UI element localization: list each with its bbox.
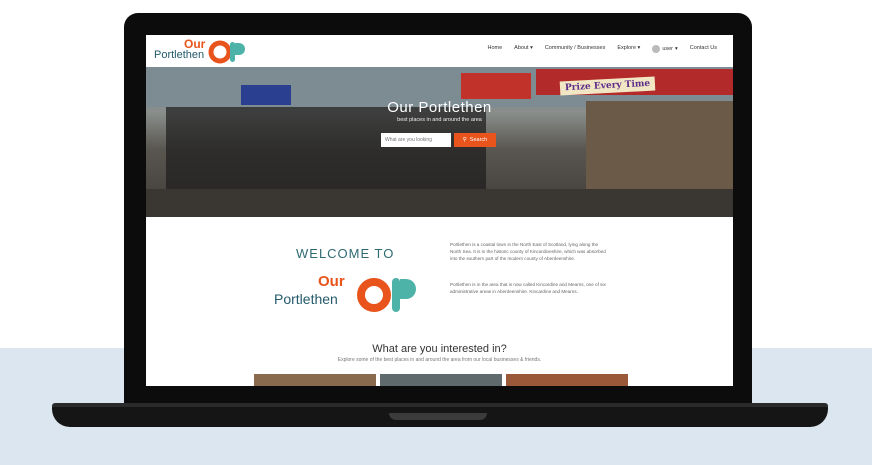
- search-button[interactable]: ⚲ Search: [454, 133, 496, 147]
- logo-portlethen-text: Portlethen: [154, 49, 205, 61]
- nav-home[interactable]: Home: [487, 45, 502, 53]
- hero-banner: Prize Every Time Our Portlethen best pla…: [146, 67, 733, 217]
- op-logo-icon: [357, 278, 416, 312]
- welcome-paragraph-2: Portlethen is in the area that is now ca…: [450, 282, 606, 294]
- nav-about[interactable]: About ▾: [514, 45, 533, 53]
- site-header: Our Portlethen Home About ▾ Community / …: [146, 35, 733, 68]
- interests-title: What are you interested in?: [372, 343, 507, 355]
- red-tent: [461, 73, 531, 99]
- nav-user-label: user: [662, 46, 674, 52]
- chevron-down-icon: ▾: [637, 45, 641, 51]
- hero-subtitle: best places in and around the area: [397, 117, 482, 123]
- interest-card-1[interactable]: [254, 374, 376, 386]
- interest-card-3[interactable]: [506, 374, 628, 386]
- chevron-down-icon: ▾: [675, 46, 678, 52]
- main-nav: Home About ▾ Community / Businesses Expl…: [487, 45, 717, 53]
- nav-community-businesses[interactable]: Community / Businesses: [545, 45, 606, 53]
- logo-our-text: Our: [318, 273, 345, 290]
- interest-card-2[interactable]: [380, 374, 502, 386]
- chevron-down-icon: ▾: [530, 45, 533, 51]
- search-button-label: Search: [469, 137, 488, 143]
- hero-title: Our Portlethen: [387, 99, 492, 116]
- nav-contact-us[interactable]: Contact Us: [690, 45, 717, 53]
- search-icon: ⚲: [462, 137, 467, 143]
- laptop-notch: [389, 413, 487, 420]
- interests-subtitle: Explore some of the best places in and a…: [337, 357, 542, 363]
- search-input[interactable]: [381, 133, 451, 147]
- laptop-screen: Our Portlethen Home About ▾ Community / …: [146, 35, 733, 386]
- nav-user[interactable]: user ▾: [652, 45, 678, 53]
- welcome-paragraph-1: Portlethen is a coastal town in the Nort…: [450, 242, 606, 261]
- ground: [146, 189, 733, 217]
- interest-cards: [254, 374, 628, 386]
- logo-portlethen-text: Portlethen: [274, 291, 338, 307]
- avatar: [652, 45, 661, 53]
- nav-about-label: About: [514, 45, 529, 51]
- op-logo-icon: [208, 40, 245, 64]
- nav-explore[interactable]: Explore ▾: [617, 45, 640, 53]
- welcome-heading: WELCOME TO: [296, 246, 395, 261]
- nav-explore-label: Explore: [617, 45, 637, 51]
